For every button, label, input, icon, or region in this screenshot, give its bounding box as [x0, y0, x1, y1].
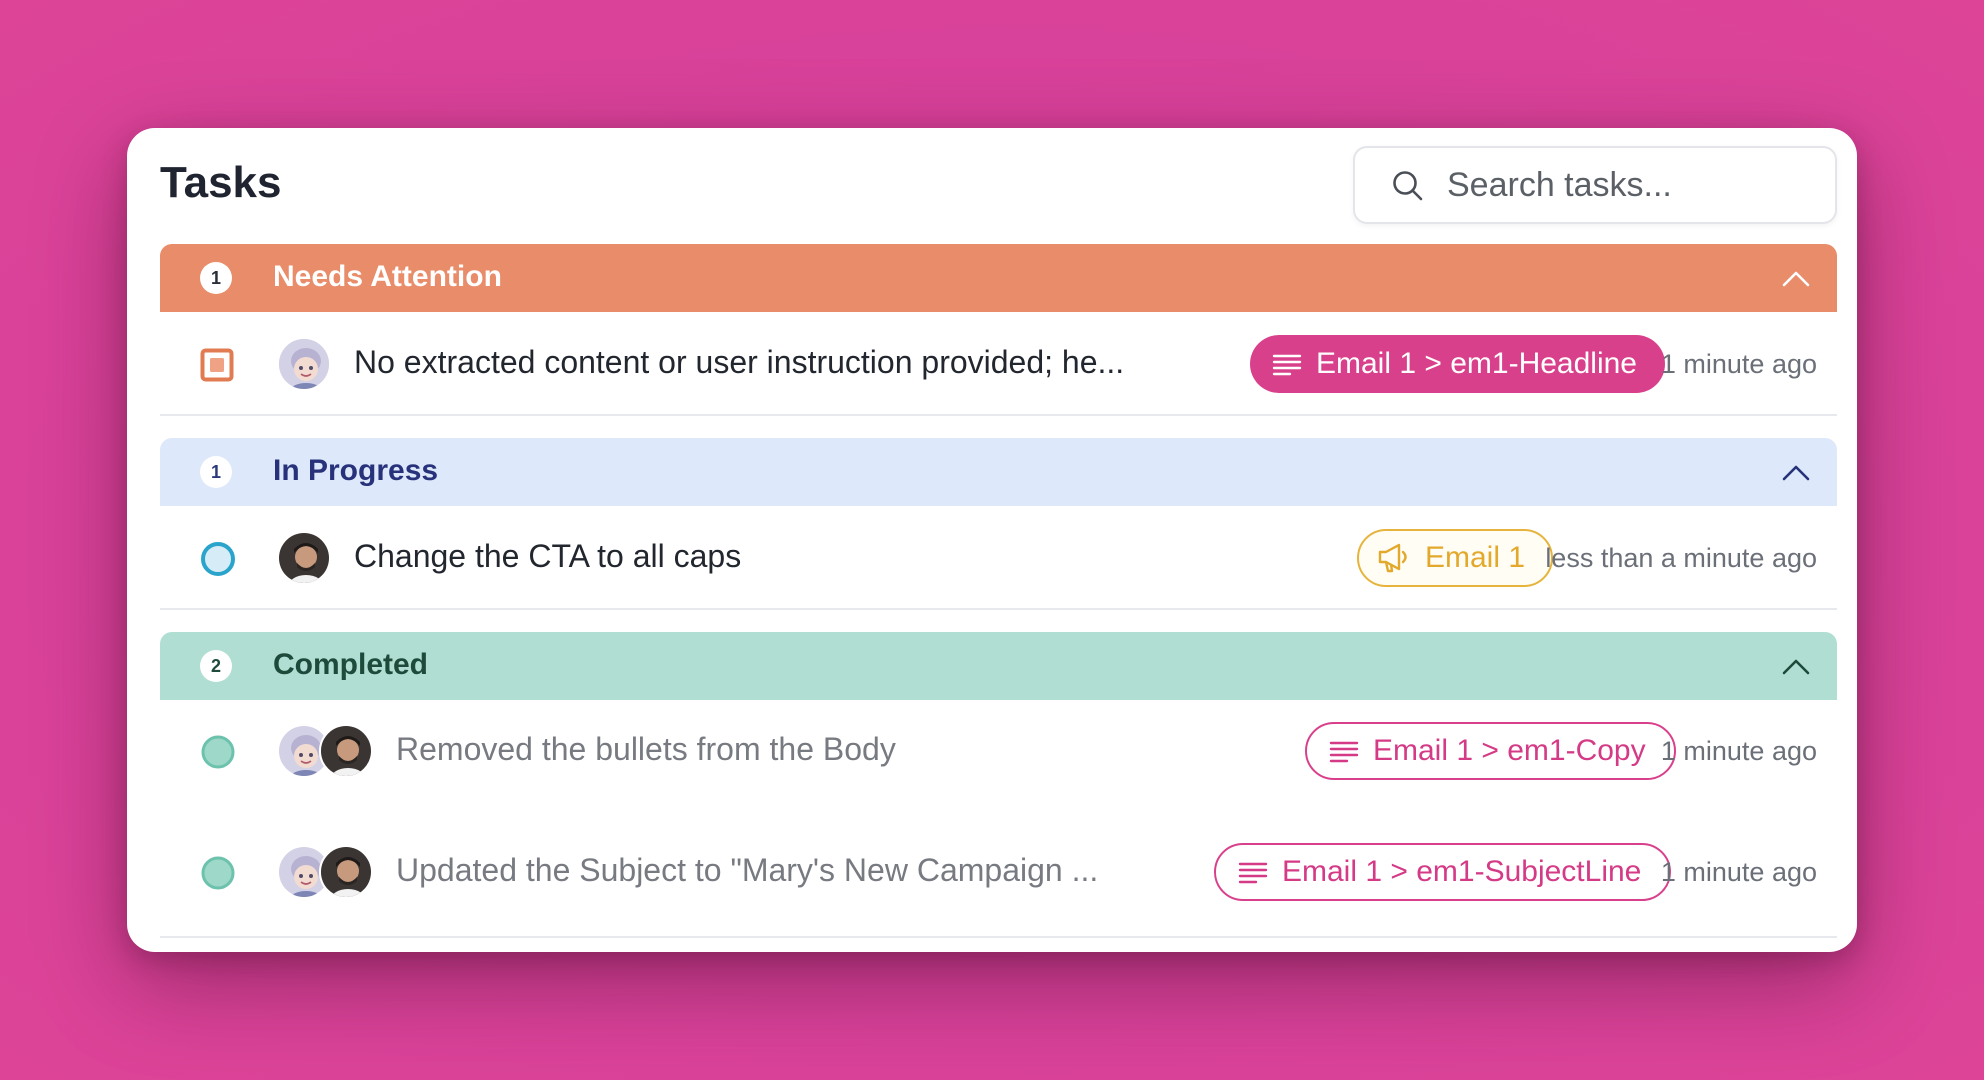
task-row[interactable]: Updated the Subject to "Mary's New Campa… — [160, 821, 1837, 938]
megaphone-icon — [1378, 543, 1407, 573]
chevron-up-icon[interactable] — [1781, 656, 1811, 676]
task-row[interactable]: Change the CTA to all caps Email 1 less … — [160, 506, 1837, 610]
section-completed: 2 Completed Removed the bullets from the… — [160, 632, 1837, 938]
task-text: Change the CTA to all caps — [354, 538, 742, 574]
user-avatar-icon — [321, 847, 371, 897]
task-tag[interactable]: Email 1 > em1-Headline — [1250, 335, 1665, 393]
task-row[interactable]: No extracted content or user instruction… — [160, 312, 1837, 416]
task-row[interactable]: Removed the bullets from the Body Email … — [160, 700, 1837, 821]
completed-circle-icon[interactable] — [200, 734, 236, 770]
ai-avatar-icon — [279, 339, 329, 389]
in-progress-circle-icon[interactable] — [200, 541, 236, 577]
avatar — [319, 724, 373, 778]
page-title: Tasks — [160, 158, 282, 207]
section-in-progress: 1 In Progress Change the CTA to all caps — [160, 438, 1837, 610]
count-badge: 1 — [200, 262, 232, 294]
user-avatar-icon — [321, 726, 371, 776]
square-checkbox-icon[interactable] — [200, 348, 234, 382]
task-tag[interactable]: Email 1 > em1-Copy — [1305, 722, 1676, 780]
section-label: Completed — [273, 648, 429, 681]
section-header-completed[interactable]: 2 Completed — [160, 632, 1837, 700]
task-tag[interactable]: Email 1 — [1357, 529, 1554, 587]
task-text: Removed the bullets from the Body — [396, 731, 896, 767]
count-badge: 1 — [200, 456, 232, 488]
chevron-up-icon[interactable] — [1781, 268, 1811, 288]
header: Tasks — [127, 128, 1857, 246]
completed-circle-icon[interactable] — [200, 855, 236, 891]
tag-label: Email 1 > em1-SubjectLine — [1282, 855, 1642, 888]
task-text: No extracted content or user instruction… — [354, 344, 1125, 380]
tag-label: Email 1 > em1-Headline — [1316, 347, 1637, 380]
chevron-up-icon[interactable] — [1781, 462, 1811, 482]
avatar — [277, 337, 331, 391]
task-time: 1 minute ago — [1660, 349, 1817, 379]
section-label: Needs Attention — [273, 260, 502, 293]
section-label: In Progress — [273, 454, 439, 487]
text-lines-icon — [1272, 354, 1302, 376]
count-badge: 2 — [200, 650, 232, 682]
avatar — [277, 531, 331, 585]
user-avatar-icon — [279, 533, 329, 583]
section-header-in-progress[interactable]: 1 In Progress — [160, 438, 1837, 506]
task-text: Updated the Subject to "Mary's New Campa… — [396, 852, 1099, 888]
task-time: 1 minute ago — [1660, 857, 1817, 887]
tasks-window: Tasks 1 Needs Attention — [127, 128, 1857, 952]
section-needs-attention: 1 Needs Attention No extracted content o… — [160, 244, 1837, 416]
task-time: 1 minute ago — [1660, 736, 1817, 766]
text-lines-icon — [1238, 862, 1268, 884]
task-tag[interactable]: Email 1 > em1-SubjectLine — [1214, 843, 1672, 901]
search-input[interactable] — [1447, 162, 1817, 208]
task-time: less than a minute ago — [1545, 543, 1817, 573]
tag-label: Email 1 > em1-Copy — [1373, 734, 1646, 767]
tag-label: Email 1 — [1425, 541, 1526, 574]
avatar — [319, 845, 373, 899]
search-icon — [1393, 171, 1423, 201]
text-lines-icon — [1329, 741, 1359, 763]
search-box[interactable] — [1353, 146, 1837, 224]
section-header-needs-attention[interactable]: 1 Needs Attention — [160, 244, 1837, 312]
